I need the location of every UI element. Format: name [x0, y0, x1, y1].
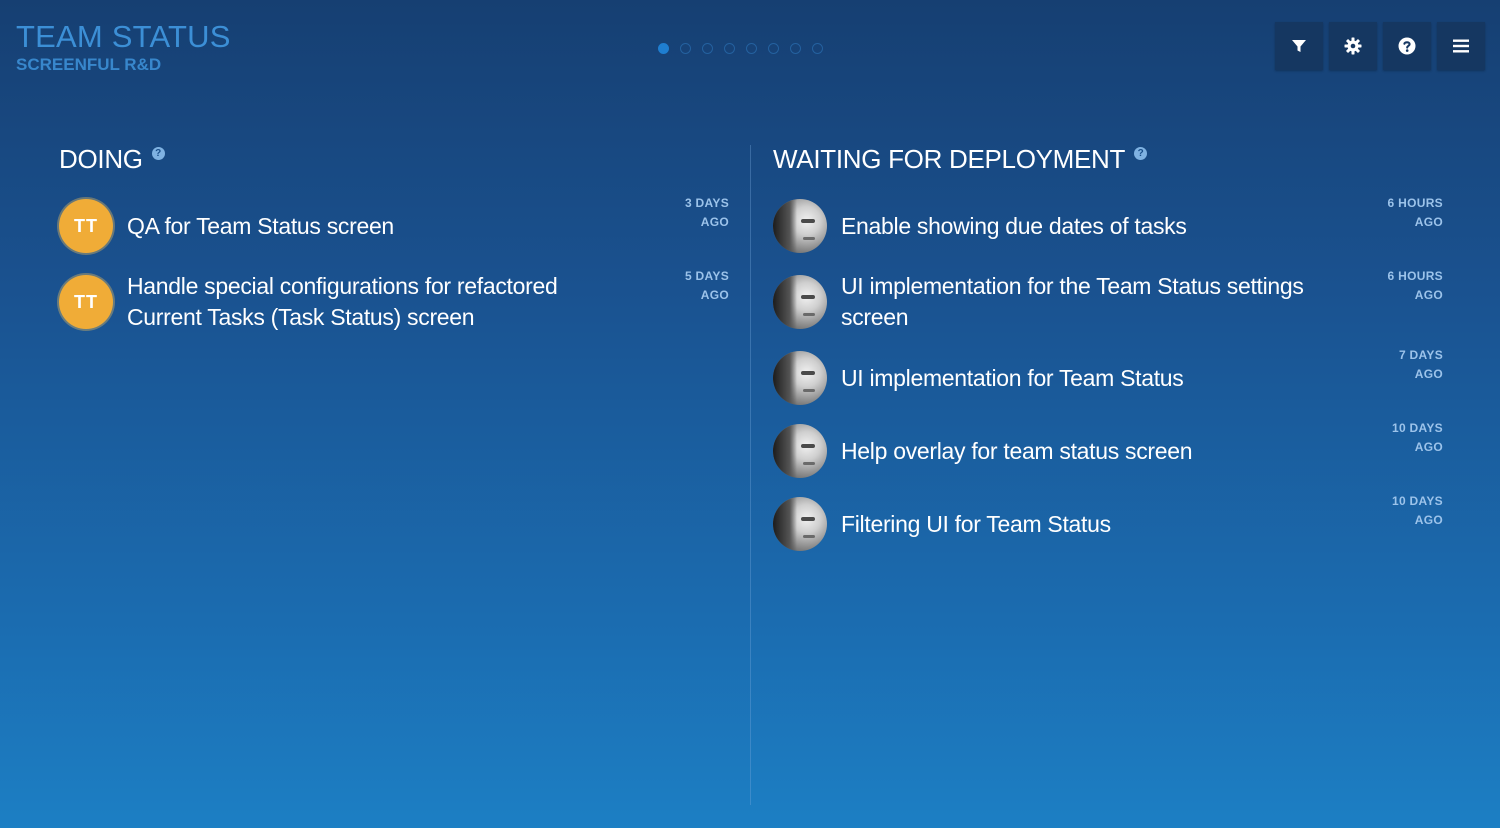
task-item[interactable]: TT Handle special configurations for ref…: [59, 269, 729, 333]
page-dot[interactable]: [724, 43, 735, 54]
task-title: Filtering UI for Team Status: [841, 510, 1111, 537]
page-dot[interactable]: [702, 43, 713, 54]
column-heading: WAITING FOR DEPLOYMENT ?: [773, 138, 1443, 180]
task-age-suffix: AGO: [1414, 367, 1443, 381]
help-icon: [1398, 37, 1416, 55]
task-age: 6 HOURS AGO: [1388, 267, 1443, 305]
waiting-for-deployment-column: WAITING FOR DEPLOYMENT ? Enable showing …: [773, 138, 1443, 569]
avatar: [773, 424, 827, 478]
task-item[interactable]: UI implementation for the Team Status se…: [773, 269, 1443, 333]
task-item[interactable]: Filtering UI for Team Status 10 DAYS AGO: [773, 494, 1443, 552]
task-age-suffix: AGO: [1414, 288, 1443, 302]
task-item[interactable]: TT QA for Team Status screen 3 DAYS AGO: [59, 196, 729, 254]
task-age-value: 6 HOURS: [1387, 196, 1443, 210]
team-name: SCREENFUL R&D: [16, 55, 162, 74]
task-age-suffix: AGO: [1414, 513, 1443, 527]
task-age: 6 HOURS AGO: [1388, 194, 1443, 232]
task-age: 3 DAYS AGO: [685, 194, 729, 232]
task-title: Help overlay for team status screen: [841, 437, 1193, 464]
page-title: TEAM STATUS: [16, 19, 231, 54]
help-button[interactable]: [1383, 22, 1431, 70]
task-title: Handle special configurations for refact…: [127, 273, 558, 330]
task-title: QA for Team Status screen: [127, 212, 394, 239]
task-age-value: 6 HOURS: [1387, 269, 1443, 283]
page-dot[interactable]: [658, 43, 669, 54]
task-age: 7 DAYS AGO: [1399, 346, 1443, 384]
gear-icon: [1344, 37, 1362, 55]
task-list: Enable showing due dates of tasks 6 HOUR…: [773, 196, 1443, 552]
task-age: 10 DAYS AGO: [1392, 492, 1443, 530]
page-indicator: [658, 43, 823, 54]
doing-column: DOING ? TT QA for Team Status screen 3 D…: [59, 138, 729, 350]
column-title: WAITING FOR DEPLOYMENT: [773, 144, 1126, 174]
page-dot[interactable]: [812, 43, 823, 54]
settings-button[interactable]: [1329, 22, 1377, 70]
task-list: TT QA for Team Status screen 3 DAYS AGO …: [59, 196, 729, 333]
menu-button[interactable]: [1437, 22, 1485, 70]
avatar: TT: [59, 199, 113, 253]
column-heading: DOING ?: [59, 138, 729, 180]
avatar: [773, 199, 827, 253]
task-item[interactable]: Help overlay for team status screen 10 D…: [773, 421, 1443, 479]
toolbar: [1275, 22, 1485, 70]
help-icon[interactable]: ?: [1134, 147, 1148, 160]
task-item[interactable]: UI implementation for Team Status 7 DAYS…: [773, 348, 1443, 406]
column-title: DOING: [59, 144, 143, 174]
menu-icon: [1453, 39, 1469, 53]
task-age-value: 5 DAYS: [684, 269, 729, 283]
avatar: [773, 275, 827, 329]
task-age-suffix: AGO: [700, 215, 729, 229]
help-icon[interactable]: ?: [151, 147, 165, 160]
task-age: 10 DAYS AGO: [1392, 419, 1443, 457]
page-dot[interactable]: [790, 43, 801, 54]
task-title: UI implementation for the Team Status se…: [841, 273, 1304, 330]
filter-button[interactable]: [1275, 22, 1323, 70]
task-age-value: 10 DAYS: [1391, 421, 1443, 435]
task-item[interactable]: Enable showing due dates of tasks 6 HOUR…: [773, 196, 1443, 254]
avatar: TT: [59, 275, 113, 329]
column-divider: [750, 145, 751, 805]
task-age-value: 3 DAYS: [684, 196, 729, 210]
task-age-suffix: AGO: [1414, 215, 1443, 229]
avatar: [773, 351, 827, 405]
filter-icon: [1292, 40, 1306, 52]
task-age-value: 10 DAYS: [1391, 494, 1443, 508]
brand: TEAM STATUS SCREENFUL R&D: [16, 20, 231, 76]
page-dot[interactable]: [768, 43, 779, 54]
avatar: [773, 497, 827, 551]
task-age-suffix: AGO: [700, 288, 729, 302]
page-dot[interactable]: [746, 43, 757, 54]
task-age-value: 7 DAYS: [1398, 348, 1443, 362]
task-title: Enable showing due dates of tasks: [841, 212, 1187, 239]
task-age: 5 DAYS AGO: [685, 267, 729, 305]
task-age-suffix: AGO: [1414, 440, 1443, 454]
page-dot[interactable]: [680, 43, 691, 54]
task-title: UI implementation for Team Status: [841, 364, 1184, 391]
